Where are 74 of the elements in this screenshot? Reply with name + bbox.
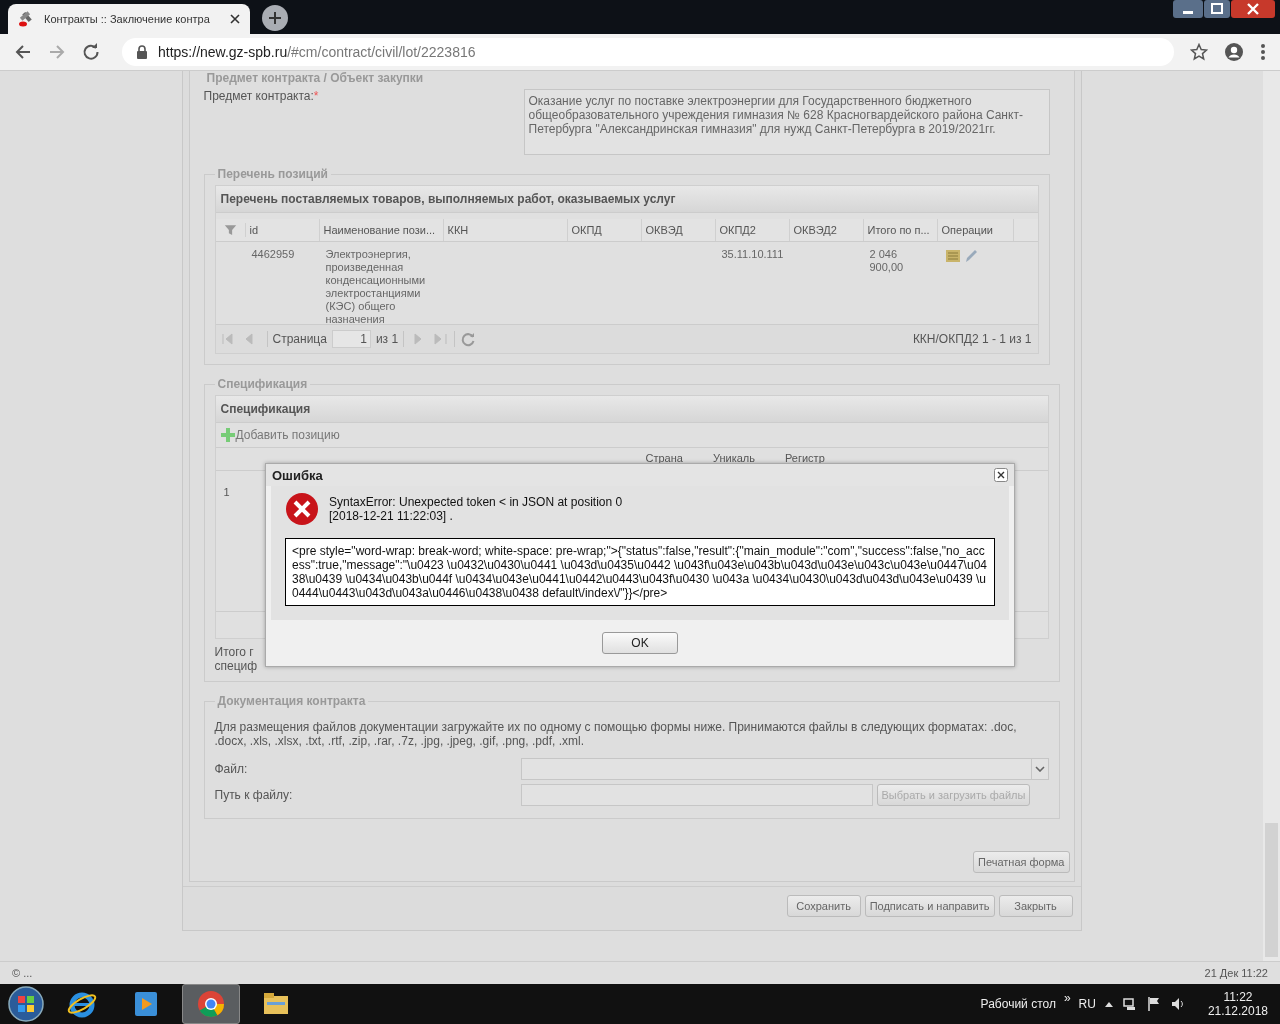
add-position-button[interactable]: Добавить позицию [219,427,340,443]
column-header[interactable]: ОКПД2 [715,219,790,241]
error-message: SyntaxError: Unexpected token < in JSON at position 0 [329,495,623,509]
lock-icon [136,45,148,59]
start-button[interactable] [6,984,46,1024]
tab-title: Контракты :: Заключение контра [44,13,211,25]
column-header[interactable]: ОКВЭД2 [789,219,864,241]
address-bar[interactable]: https://new.gz-spb.ru/#cm/contract/civil/lot/2223816 [122,38,1174,66]
table-cell-text: Электроэнергия, произведенная конденсационными электростанциями (КЭС) общего назначения [324,247,427,324]
reload-icon[interactable] [82,43,100,61]
total-label: Итого г [214,645,254,659]
browser-tab[interactable]: Контракты :: Заключение контра [8,4,250,34]
desktop-label[interactable]: Рабочий стол [980,997,1056,1011]
close-icon[interactable] [230,14,240,24]
dialog-title: Ошибка [272,467,323,483]
close-icon[interactable] [1231,0,1275,18]
tray-expand-icon[interactable] [1103,1001,1114,1007]
back-icon[interactable] [14,43,32,61]
profile-icon[interactable] [1224,42,1244,62]
pager-label: Страница [272,332,327,346]
column-header[interactable]: ККН [443,219,568,241]
status-date: 21 Дек 11:22 [1204,967,1268,979]
clock-time[interactable]: 11:22 [1223,990,1253,1004]
menu-icon[interactable] [1260,43,1266,61]
section-legend: Документация контракта [214,694,369,708]
error-timestamp: [2018-12-21 11:22:03] . [329,509,454,523]
action-button[interactable]: Сохранить [786,895,861,917]
print-form-button[interactable]: Печатная форма [973,851,1070,873]
total-label: специф [214,659,258,673]
chrome-icon [195,988,227,1020]
scrollbar[interactable] [1263,71,1280,961]
error-details: <pre style="word-wrap: break-word; white-space: pre-wrap;">{"status":false,"result":{"main_module":"com","success":false,"no_access":true,"message":"\u0423 \u0432\u0430\u0441 \u043d\u0435\u0442 \u043f\u043e\u043b\u043d\u043e\u043c\u043e\u0447\u0438\u0439 \u0434\u043b\u044f \u0434\u043e\u0441\u0442\u0443\u043f\u0430 \u043a \u0434\u0430\u043d\u043d\u043e\u0439 \u0444\u0443\u043d\u043a\u0446\u0438\u0438 default\/index\/"}}</pre> [285,538,995,606]
table-cell-text: 4462959 [250,247,296,262]
error-icon [285,492,319,526]
column-header[interactable]: Операции [937,219,1014,241]
network-icon[interactable] [1121,996,1138,1012]
subject-textarea[interactable]: Оказание услуг по поставке электроэнергии для Государственного бюджетного общеобразовательного учреждения гимназия № 628 Красногвардейского района Санкт-Петербурга "Александринская гимназия" для нужд Санкт-Петербурга в 2019/2021гг. [523,89,1050,155]
field-label: Предмет контракта:* [203,89,319,105]
table-cell-text: 2 046 900,00 [868,247,905,275]
row-number: 1 [223,486,230,498]
section-legend: Спецификация [214,377,311,391]
column-header[interactable]: id [245,219,320,241]
section-legend: Перечень позиций [214,167,331,181]
ok-button[interactable]: OK [602,632,678,654]
new-tab-button[interactable] [262,5,288,31]
toolbar-chevron[interactable]: » [1063,991,1071,1005]
column-header[interactable]: ОКВЭД [641,219,716,241]
grid-title: Перечень поставляемых товаров, выполняемых работ, оказываемых услуг [215,186,1038,213]
minimize-icon[interactable] [1173,0,1203,18]
section-legend: Предмет контракта / Объект закупки [203,71,427,85]
close-icon[interactable] [994,468,1008,482]
file-path-field[interactable] [520,784,873,806]
pager-summary: ККН/ОКПД2 1 - 1 из 1 [912,332,1032,346]
plus-icon [219,427,236,443]
clock-date[interactable]: 21.12.2018 [1207,1004,1268,1018]
grid-title: Спецификация [215,396,1048,423]
column-header[interactable]: ОКПД [567,219,642,241]
upload-hint: Для размещения файлов документации загружайте их по одному с помощью формы ниже. Принимаются файлы в следующих форматах: .doc, .docx, .xls, .xlsx, .txt, .rtf, .zip, .rar, .7z, .jpg, .jpeg, .gif, .png, .pdf, .xml. [214,720,1018,748]
url-text: https://new.gz-spb.ru/#cm/contract/civil/lot/2223816 [158,44,476,60]
field-label: Файл: [214,762,249,776]
field-label: Путь к файлу: [214,788,294,802]
copyright-text: © ... [12,967,33,979]
table-cell-text: 35.11.10.111 [720,247,785,262]
action-button[interactable]: Закрыть [998,895,1073,917]
page-input[interactable]: 1 [331,330,371,348]
pager-label: из 1 [375,332,399,346]
action-button[interactable]: Подписать и направить [864,895,995,917]
maximize-icon[interactable] [1204,0,1230,18]
star-icon[interactable] [1190,43,1208,61]
volume-icon[interactable] [1169,996,1186,1012]
language-indicator[interactable]: RU [1078,997,1096,1011]
column-header[interactable]: Наименование пози... [319,219,444,241]
flag-icon[interactable] [1145,996,1162,1012]
column-header[interactable]: Итого по п... [863,219,938,241]
